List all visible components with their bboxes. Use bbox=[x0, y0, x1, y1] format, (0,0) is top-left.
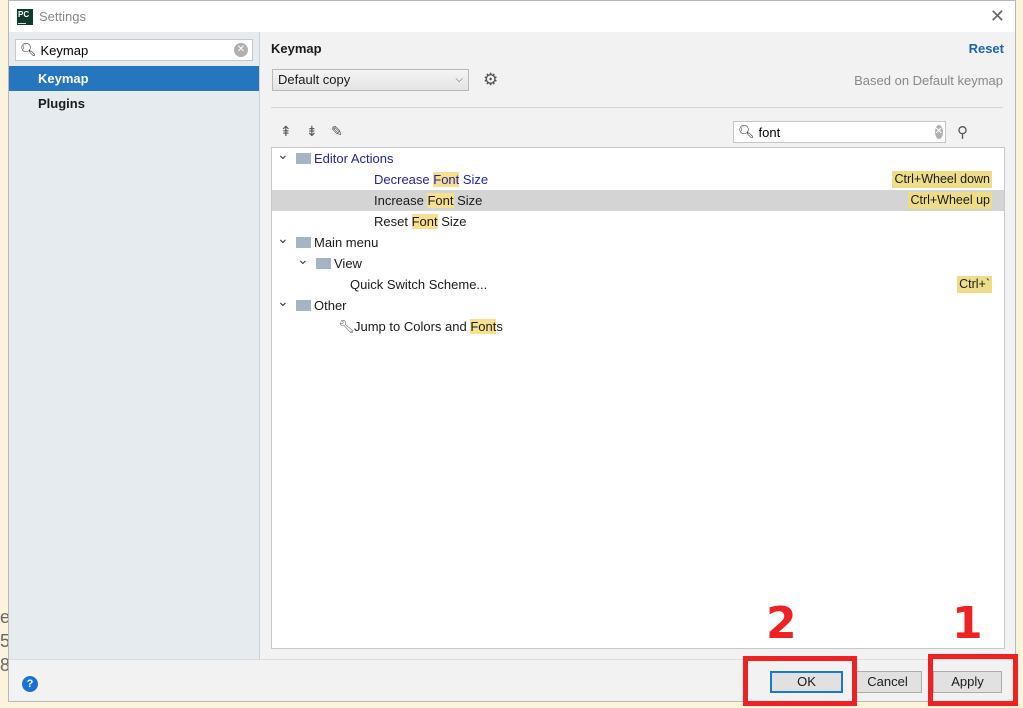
label-part: Main menu bbox=[314, 235, 379, 250]
label-part: Size bbox=[437, 214, 467, 229]
other-folder-icon bbox=[296, 300, 311, 311]
keymap-select[interactable]: Default copy ⌵ bbox=[272, 69, 469, 91]
editor-folder-icon bbox=[296, 153, 311, 164]
background-window-text: e58 bbox=[0, 607, 8, 675]
chevron-down-icon: ⌵ bbox=[455, 74, 463, 85]
label-part: Reset bbox=[374, 214, 412, 229]
tree-row-label: Quick Switch Scheme... bbox=[350, 274, 487, 295]
tree-row-label: Jump to Colors and Fonts bbox=[354, 316, 503, 337]
divider bbox=[271, 107, 1003, 108]
action-filter-input[interactable] bbox=[758, 124, 935, 140]
match-highlight: Font bbox=[433, 172, 460, 187]
label-part: Jump to Colors and bbox=[354, 319, 471, 334]
search-icon: 🔍︎ bbox=[738, 124, 755, 139]
annotation-number-1: 1 bbox=[952, 598, 983, 649]
tree-row[interactable]: ⌄ View bbox=[272, 251, 1004, 274]
page-title: Keymap bbox=[271, 41, 322, 56]
wrench-icon: 🔧︎ bbox=[338, 319, 355, 334]
chevron-down-icon[interactable]: ⌄ bbox=[277, 291, 289, 312]
action-filter[interactable]: 🔍︎ ✕ bbox=[733, 121, 946, 143]
settings-search[interactable]: 🔍︎ ✕ bbox=[15, 39, 253, 61]
label-part: Increase bbox=[374, 193, 428, 208]
match-highlight: Font bbox=[411, 214, 438, 229]
tree-row-label: Decrease Font Size bbox=[374, 169, 488, 190]
tree-row-label: Editor Actions bbox=[314, 148, 394, 169]
window-title: Settings bbox=[39, 9, 86, 24]
match-highlight: Font bbox=[470, 319, 497, 334]
keymap-panel: Keymap Reset Default copy ⌵ ⚙ Based on De… bbox=[271, 32, 1015, 659]
label-part: Quick Switch Scheme... bbox=[350, 277, 488, 292]
edit-pencil-icon[interactable]: ✎ bbox=[331, 123, 343, 140]
cancel-button[interactable]: Cancel bbox=[853, 671, 922, 693]
tree-row-label: Main menu bbox=[314, 232, 378, 253]
clear-search-icon[interactable]: ✕ bbox=[234, 43, 248, 57]
based-on-label: Based on Default keymap bbox=[854, 73, 1003, 88]
shortcut-badge: Ctrl+Wheel down bbox=[892, 171, 992, 188]
clear-filter-icon[interactable]: ✕ bbox=[934, 125, 943, 139]
menu-folder-icon bbox=[296, 237, 311, 248]
keymap-select-value: Default copy bbox=[278, 72, 351, 87]
search-icon: 🔍︎ bbox=[20, 42, 37, 57]
shortcut-badge: Ctrl+Wheel up bbox=[908, 192, 992, 209]
annotation-number-2: 2 bbox=[766, 598, 797, 649]
sidebar-item-plugins[interactable]: Plugins bbox=[9, 91, 259, 116]
expand-all-icon[interactable]: ⇞ bbox=[280, 123, 292, 140]
gear-icon[interactable]: ⚙ bbox=[483, 70, 498, 90]
tree-row-label: Increase Font Size bbox=[374, 190, 482, 211]
label-part: Decrease bbox=[374, 172, 434, 187]
chevron-down-icon[interactable]: ⌄ bbox=[277, 228, 289, 249]
label-part: Other bbox=[314, 298, 347, 313]
tree-row-label: Reset Font Size bbox=[374, 211, 467, 232]
label-part: Size bbox=[459, 172, 489, 187]
tree-row[interactable]: ⌄ Editor Actions bbox=[272, 148, 1004, 169]
tree-row[interactable]: Reset Font Size bbox=[272, 211, 1004, 232]
tree-row[interactable]: Quick Switch Scheme... Ctrl+` bbox=[272, 274, 1004, 295]
tree-row-label: View bbox=[334, 253, 362, 274]
annotation-box-apply bbox=[928, 654, 1018, 706]
annotation-box-ok bbox=[743, 656, 857, 706]
tree-row-label: Other bbox=[314, 295, 347, 316]
folder-icon bbox=[316, 258, 331, 269]
tree-row[interactable]: Decrease Font Size Ctrl+Wheel down bbox=[272, 169, 1004, 190]
tree-row[interactable]: ⌄ Main menu bbox=[272, 230, 1004, 253]
match-highlight: Font bbox=[427, 193, 454, 208]
sidebar: 🔍︎ ✕ Keymap Plugins bbox=[9, 32, 260, 659]
tree-row[interactable]: ⌄ Other bbox=[272, 293, 1004, 316]
label-part: s bbox=[496, 319, 503, 334]
sidebar-item-keymap[interactable]: Keymap bbox=[9, 66, 259, 91]
keymap-tree: ⌄ Editor Actions Decrease Font Size Ctrl+Wh… bbox=[271, 147, 1005, 649]
label-part: View bbox=[334, 256, 362, 271]
label-part: Editor Actions bbox=[314, 151, 394, 166]
help-icon[interactable]: ? bbox=[22, 676, 38, 692]
dialog-footer: ? OK Cancel Apply bbox=[9, 659, 1015, 702]
close-icon[interactable]: ✕ bbox=[990, 6, 1005, 27]
reset-link[interactable]: Reset bbox=[969, 41, 1004, 56]
label-part: Size bbox=[453, 193, 483, 208]
shortcut-badge: Ctrl+` bbox=[957, 276, 992, 293]
find-by-shortcut-icon[interactable]: ⚲ bbox=[957, 123, 968, 141]
pycharm-logo: PC — bbox=[17, 8, 33, 28]
chevron-down-icon[interactable]: ⌄ bbox=[297, 249, 309, 270]
tree-row[interactable]: 🔧︎ Jump to Colors and Fonts bbox=[272, 316, 1004, 337]
collapse-all-icon[interactable]: ⇟ bbox=[306, 123, 318, 140]
chevron-down-icon[interactable]: ⌄ bbox=[277, 148, 289, 165]
settings-search-input[interactable] bbox=[40, 42, 234, 58]
settings-dialog: PC— Settings ✕ 🔍︎ ✕ Keymap Plugins Keyma… bbox=[8, 0, 1016, 702]
tree-row[interactable]: Increase Font Size Ctrl+Wheel up bbox=[272, 190, 1004, 211]
title-bar: PC — Settings ✕ bbox=[9, 1, 1015, 32]
